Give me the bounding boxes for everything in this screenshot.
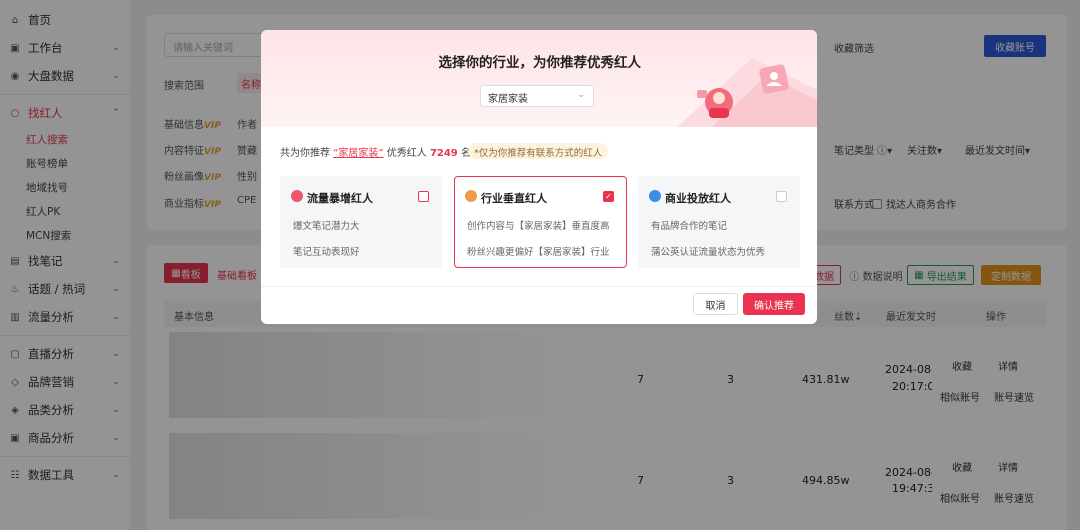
card-commercial[interactable]: 商业投放红人 有品牌合作的笔记 蒲公英认证流量状态为优秀 — [638, 176, 800, 268]
card-title: 商业投放红人 — [665, 192, 731, 205]
rocket-icon — [649, 190, 661, 202]
influencer-illustration-icon — [677, 58, 817, 127]
card-desc: 创作内容与【家居家装】垂直度高 — [467, 221, 610, 232]
flame-icon — [291, 190, 303, 202]
card-desc: 蒲公英认证流量状态为优秀 — [651, 247, 766, 258]
industry-select[interactable]: 家居家装 ⌄ — [480, 85, 594, 107]
card-checkbox[interactable] — [418, 191, 429, 202]
industry-recommend-modal: 选择你的行业，为你推荐优秀红人 家居家装 ⌄ 共为你推荐 “家居家装” 优秀红人… — [261, 30, 817, 324]
card-title: 行业垂直红人 — [481, 192, 547, 205]
card-desc: 笔记互动表现好 — [293, 247, 360, 258]
confirm-recommend-button[interactable]: 确认推荐 — [743, 293, 805, 315]
card-traffic-surge[interactable]: 流量暴增红人 爆文笔记潜力大 笔记互动表现好 — [280, 176, 442, 268]
contact-only-note: *仅为你推荐有联系方式的红人 — [468, 143, 609, 159]
industry-select-value: 家居家装 — [488, 94, 528, 105]
recommend-summary: 共为你推荐 “家居家装” 优秀红人 7249 名 — [280, 148, 471, 159]
card-desc: 有品牌合作的笔记 — [651, 221, 728, 232]
card-title: 流量暴增红人 — [307, 192, 373, 205]
card-checkbox[interactable] — [776, 191, 787, 202]
modal-divider — [261, 286, 817, 287]
modal-title: 选择你的行业，为你推荐优秀红人 — [438, 55, 642, 71]
card-desc: 爆文笔记潜力大 — [293, 221, 360, 232]
modal-header: 选择你的行业，为你推荐优秀红人 家居家装 ⌄ — [261, 30, 817, 127]
chevron-down-icon: ⌄ — [577, 90, 585, 100]
checkmark-icon[interactable]: ✓ — [603, 191, 614, 202]
card-desc: 粉丝兴趣更偏好【家居家装】行业 — [467, 247, 610, 258]
card-industry-vertical[interactable]: 行业垂直红人 ✓ 创作内容与【家居家装】垂直度高 粉丝兴趣更偏好【家居家装】行业 — [454, 176, 627, 268]
cancel-button[interactable]: 取消 — [693, 293, 738, 315]
smile-icon — [465, 190, 477, 202]
